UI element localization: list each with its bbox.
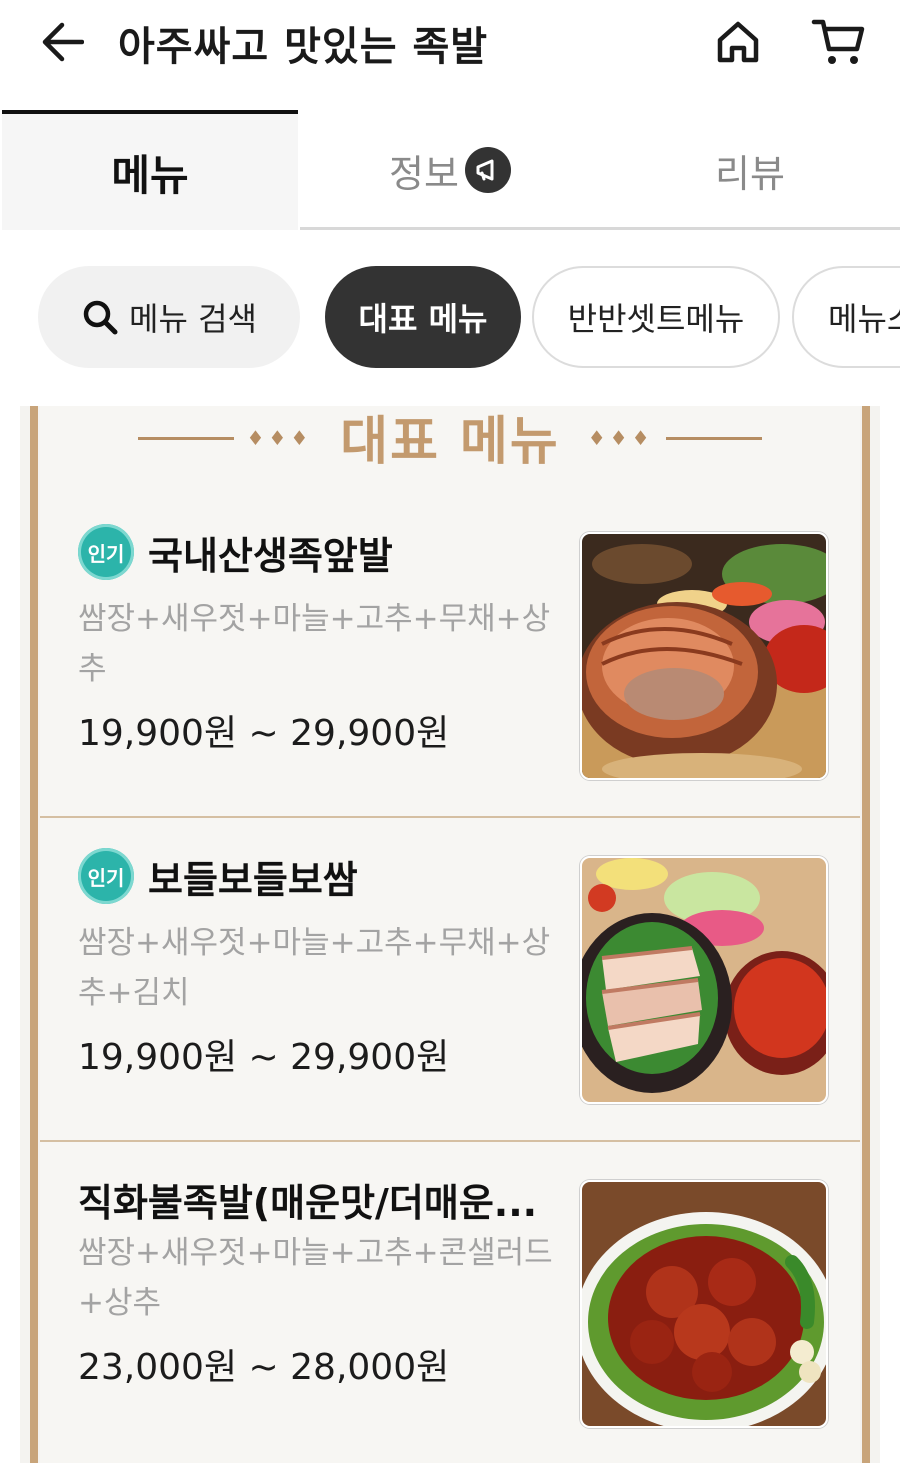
arrow-left-icon xyxy=(42,22,84,62)
chip-signature-menu[interactable]: 대표 메뉴 xyxy=(325,266,521,368)
menu-item[interactable]: 인기 국내산생족앞발 쌈장+새우젓+마늘+고추+무채+상추 19,900원 ~ … xyxy=(40,494,860,818)
menu-item-description: 쌈장+새우젓+마늘+고추+콘샐러드+상추 xyxy=(78,1235,553,1321)
chip-half-half-set[interactable]: 반반셋트메뉴 xyxy=(532,266,780,368)
megaphone-icon xyxy=(464,147,511,193)
banner-ornament: ♦♦♦ xyxy=(246,426,313,450)
store-title: 아주싸고 맛있는 족발 xyxy=(118,24,489,70)
menu-item-price: 19,900원 ~ 29,900원 xyxy=(78,1037,450,1078)
chip-label: 대표 메뉴 xyxy=(358,300,488,338)
chip-more-menu[interactable]: 메뉴스 xyxy=(792,266,900,368)
category-chips: 메뉴 검색 대표 메뉴 반반셋트메뉴 메뉴스 xyxy=(0,266,900,370)
cart-icon xyxy=(811,19,865,64)
home-button[interactable] xyxy=(710,14,766,70)
menu-item-photo[interactable] xyxy=(580,1180,828,1428)
menu-item-price: 23,000원 ~ 28,000원 xyxy=(78,1347,450,1388)
chip-label: 반반셋트메뉴 xyxy=(567,300,745,338)
tab-menu-label: 메뉴 xyxy=(111,150,189,200)
tab-review[interactable]: 리뷰 xyxy=(600,110,900,230)
search-icon xyxy=(83,300,118,335)
home-icon xyxy=(717,21,759,63)
banner-ornament: ♦♦♦ xyxy=(587,426,654,450)
tab-menu[interactable]: 메뉴 xyxy=(2,110,298,230)
menu-item-description: 쌈장+새우젓+마늘+고추+무채+상추 xyxy=(78,601,551,687)
banner-line xyxy=(665,436,762,440)
tab-info-label: 정보 xyxy=(389,151,459,196)
popular-badge: 인기 xyxy=(78,524,134,580)
back-button[interactable] xyxy=(36,18,88,66)
popular-badge: 인기 xyxy=(78,848,134,904)
menu-item-name: 보들보들보쌈 xyxy=(148,857,358,902)
section-banner: ♦♦♦ 대표 메뉴 ♦♦♦ xyxy=(40,406,860,472)
menu-item-name-row: 직화불족발(매운맛/더매운... xyxy=(78,1172,566,1227)
menu-search-label: 메뉴 검색 xyxy=(129,300,257,338)
menu-item-price: 19,900원 ~ 29,900원 xyxy=(78,713,450,754)
banner-line xyxy=(138,436,235,440)
menu-item-photo[interactable] xyxy=(580,532,828,780)
menu-item[interactable]: 직화불족발(매운맛/더매운... 쌈장+새우젓+마늘+고추+콘샐러드+상추 23… xyxy=(40,1142,860,1463)
menu-item-photo[interactable] xyxy=(580,856,828,1104)
menu-item-name-row: 인기 국내산생족앞발 xyxy=(78,524,566,580)
cart-button[interactable] xyxy=(808,14,868,70)
menu-item[interactable]: 인기 보들보들보쌈 쌈장+새우젓+마늘+고추+무채+상추+김치 19,900원 … xyxy=(40,818,860,1142)
app-header: 아주싸고 맛있는 족발 xyxy=(0,0,900,112)
section-title: 대표 메뉴 xyxy=(340,411,560,472)
menu-item-name-row: 인기 보들보들보쌈 xyxy=(78,848,566,904)
tab-info[interactable]: 정보 xyxy=(300,110,600,230)
tab-review-label: 리뷰 xyxy=(715,151,785,196)
menu-item-name: 직화불족발(매운맛/더매운... xyxy=(78,1181,538,1225)
menu-search-button[interactable]: 메뉴 검색 xyxy=(38,266,300,368)
menu-board: ♦♦♦ 대표 메뉴 ♦♦♦ 인기 국내산생족앞발 쌈장+새우젓+마늘+고추+무채… xyxy=(20,406,880,1463)
store-tabs: 메뉴 정보 리뷰 xyxy=(0,110,900,232)
menu-board-inner: ♦♦♦ 대표 메뉴 ♦♦♦ 인기 국내산생족앞발 쌈장+새우젓+마늘+고추+무채… xyxy=(40,406,860,1463)
tabs-divider xyxy=(300,227,900,230)
chip-label: 메뉴스 xyxy=(828,300,900,338)
menu-item-name: 국내산생족앞발 xyxy=(148,533,393,578)
menu-item-description: 쌈장+새우젓+마늘+고추+무채+상추+김치 xyxy=(78,925,551,1011)
